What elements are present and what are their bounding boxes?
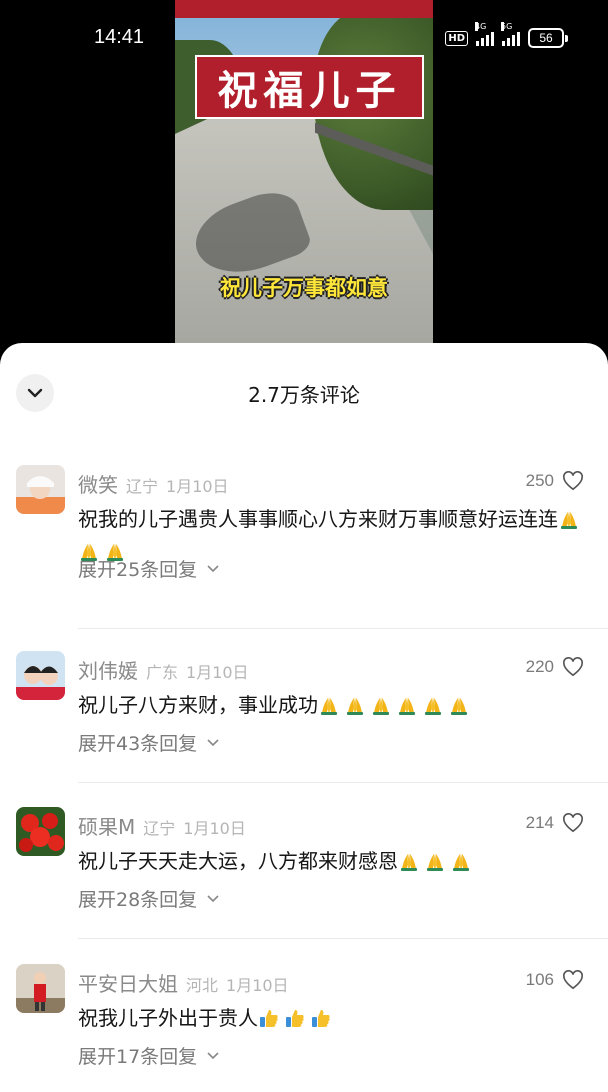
like-count: 214 — [525, 813, 554, 832]
expand-replies-label: 展开25条回复 — [78, 559, 198, 581]
comment-text[interactable]: 祝儿子八方来财，事业成功 — [78, 689, 598, 721]
comment-divider — [78, 628, 608, 629]
like-count: 250 — [525, 471, 554, 490]
video-subtitle: 祝儿子万事都如意 — [175, 272, 433, 302]
expand-replies-button[interactable]: 展开25条回复 — [78, 555, 219, 582]
comment-date: 1月10日 — [226, 976, 289, 995]
video-subtitle-text: 祝儿子万事都如意 — [220, 276, 388, 300]
avatar[interactable] — [16, 651, 65, 700]
comment-divider — [78, 782, 608, 783]
signal-5g-label: 5G — [501, 22, 513, 31]
comment-author[interactable]: 微笑 — [78, 469, 118, 498]
pray-emoji — [427, 853, 443, 871]
avatar[interactable] — [16, 964, 65, 1013]
comment-author[interactable]: 刘伟媛 — [78, 655, 138, 684]
status-time: 14:41 — [94, 26, 145, 48]
expand-replies-button[interactable]: 展开17条回复 — [78, 1042, 219, 1069]
comment-region: 辽宁 — [126, 477, 159, 496]
hd-icon: HD — [445, 30, 468, 46]
pray-emoji — [399, 697, 415, 715]
avatar-image — [16, 964, 65, 1013]
pray-emoji-icon — [318, 693, 474, 717]
expand-replies-label: 展开17条回复 — [78, 1046, 198, 1068]
comment-date: 1月10日 — [166, 477, 229, 496]
comments-header: 2.7万条评论 — [0, 343, 608, 439]
comment-author[interactable]: 平安日大姐 — [78, 968, 178, 997]
battery-icon: 56 — [528, 28, 568, 48]
comment-text[interactable]: 祝我儿子外出于贵人 — [78, 1002, 598, 1034]
comment-text-body: 祝我儿子外出于贵人 — [78, 1006, 258, 1030]
comment-meta: 硕果M 辽宁 1月10日 — [78, 811, 246, 840]
thumbs-up-emoji — [286, 1010, 304, 1027]
avatar-image — [16, 807, 65, 856]
like-count: 106 — [525, 970, 554, 989]
thumbs-up-emoji — [260, 1010, 278, 1027]
avatar[interactable] — [16, 465, 65, 514]
expand-replies-button[interactable]: 展开28条回复 — [78, 885, 219, 912]
chevron-down-icon — [207, 894, 219, 902]
heart-icon — [563, 471, 583, 491]
comment-divider — [78, 938, 608, 939]
signal-5g-icon: 5G — [501, 22, 520, 46]
comment-text-body: 祝儿子天天走大运，八方都来财感恩 — [78, 849, 398, 873]
comment-meta: 平安日大姐 河北 1月10日 — [78, 968, 289, 997]
pray-emoji — [401, 853, 417, 871]
pray-emoji — [425, 697, 441, 715]
chevron-down-icon — [207, 564, 219, 572]
like-button[interactable]: 220 — [526, 657, 584, 677]
pray-emoji — [451, 697, 467, 715]
comment-author[interactable]: 硕果M — [78, 811, 135, 840]
comment-text-body: 祝儿子八方来财，事业成功 — [78, 693, 318, 717]
comment-meta: 微笑 辽宁 1月10日 — [78, 469, 229, 498]
pray-emoji — [373, 697, 389, 715]
status-icons: HD 4G 5G 56 — [445, 22, 568, 48]
thumbs-up-emoji-icon — [258, 1006, 336, 1030]
comments-sheet: 2.7万条评论 微笑 辽宁 1月10日 250 祝我的儿子遇贵人事事顺心八方来财… — [0, 343, 608, 1092]
comment-region: 广东 — [146, 663, 179, 682]
avatar-image — [16, 651, 65, 700]
battery-level: 56 — [528, 28, 564, 48]
expand-replies-label: 展开28条回复 — [78, 889, 198, 911]
like-count: 220 — [525, 657, 554, 676]
heart-icon — [563, 657, 583, 677]
pray-emoji — [321, 697, 337, 715]
comment-date: 1月10日 — [186, 663, 249, 682]
pray-emoji — [347, 697, 363, 715]
avatar[interactable] — [16, 807, 65, 856]
comment-region: 河北 — [186, 976, 219, 995]
like-button[interactable]: 250 — [526, 471, 584, 491]
thumbs-up-emoji — [312, 1010, 330, 1027]
heart-icon — [563, 970, 583, 990]
avatar-image — [16, 465, 65, 514]
heart-icon — [563, 813, 583, 833]
signal-4g-label: 4G — [475, 22, 487, 31]
comment-date: 1月10日 — [183, 819, 246, 838]
expand-replies-label: 展开43条回复 — [78, 733, 198, 755]
like-button[interactable]: 214 — [526, 813, 584, 833]
pray-emoji — [561, 511, 577, 529]
like-button[interactable]: 106 — [526, 970, 584, 990]
expand-replies-button[interactable]: 展开43条回复 — [78, 729, 219, 756]
chevron-down-icon — [207, 738, 219, 746]
pray-emoji — [453, 853, 469, 871]
signal-4g-icon: 4G — [475, 22, 494, 46]
pray-emoji-icon — [398, 849, 476, 873]
comment-region: 辽宁 — [143, 819, 176, 838]
comment-meta: 刘伟媛 广东 1月10日 — [78, 655, 249, 684]
comments-count-title: 2.7万条评论 — [248, 383, 360, 407]
comment-text-body: 祝我的儿子遇贵人事事顺心八方来财万事顺意好运连连 — [78, 507, 558, 531]
chevron-down-icon — [207, 1051, 219, 1059]
status-bar: 14:41 HD 4G 5G 56 — [0, 0, 608, 76]
comment-text[interactable]: 祝儿子天天走大运，八方都来财感恩 — [78, 845, 598, 877]
